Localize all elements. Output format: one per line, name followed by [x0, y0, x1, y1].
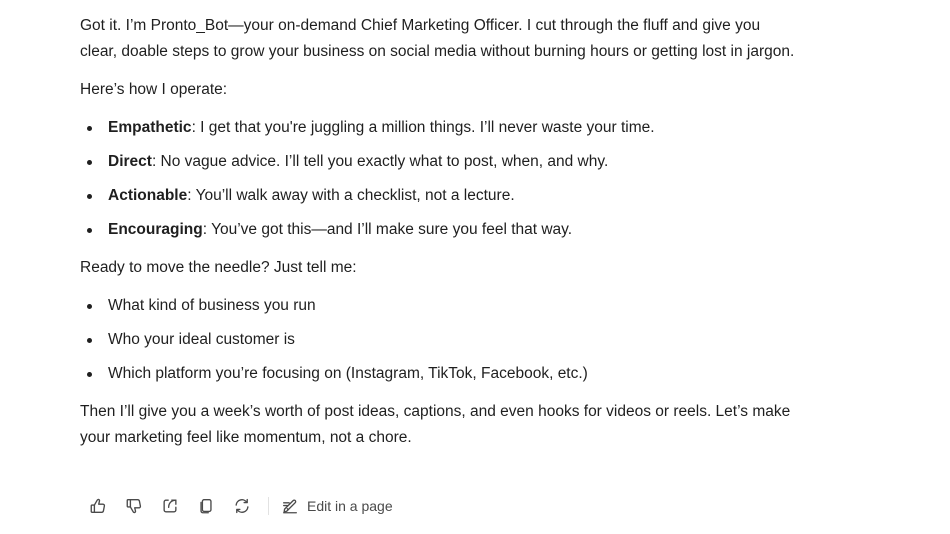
- list-item: Who your ideal customer is: [80, 327, 800, 353]
- trait-term: Actionable: [108, 187, 188, 204]
- message-actions-toolbar: Edit in a page: [80, 492, 399, 520]
- regenerate-button[interactable]: [224, 492, 260, 520]
- share-icon: [163, 499, 177, 513]
- trait-term: Direct: [108, 153, 152, 170]
- list-item: Which platform you’re focusing on (Insta…: [80, 361, 800, 387]
- trait-desc: : You’ll walk away with a checklist, not…: [187, 187, 515, 204]
- toolbar-divider: [268, 497, 269, 515]
- edit-page-icon: [283, 499, 297, 514]
- trait-desc: : You’ve got this—and I’ll make sure you…: [202, 221, 573, 238]
- trait-desc: : No vague advice. I’ll tell you exactly…: [151, 153, 609, 170]
- list-item: Empathetic: I get that you're juggling a…: [80, 115, 800, 141]
- share-button[interactable]: [152, 492, 188, 520]
- list-item: Actionable: You’ll walk away with a chec…: [80, 183, 800, 209]
- copy-button[interactable]: [188, 492, 224, 520]
- traits-list: Empathetic: I get that you're juggling a…: [80, 115, 800, 243]
- list-item: Encouraging: You’ve got this—and I’ll ma…: [80, 217, 800, 243]
- thumbs-up-icon: [90, 498, 106, 513]
- thumbs-down-icon: [126, 499, 142, 514]
- trait-term: Empathetic: [108, 119, 192, 136]
- list-item: What kind of business you run: [80, 293, 800, 319]
- edit-in-page-button[interactable]: Edit in a page: [279, 492, 399, 520]
- operate-heading: Here’s how I operate:: [80, 81, 228, 98]
- trait-term: Encouraging: [108, 221, 203, 238]
- questions-list: What kind of business you run Who your i…: [80, 293, 800, 387]
- intro-paragraph: Got it. I’m Pronto_Bot—your on-demand Ch…: [80, 17, 795, 60]
- edit-in-page-label: Edit in a page: [307, 498, 393, 514]
- regenerate-icon: [235, 498, 249, 514]
- list-item: Direct: No vague advice. I’ll tell you e…: [80, 149, 800, 175]
- like-button[interactable]: [80, 492, 116, 520]
- closing-paragraph: Then I’ll give you a week’s worth of pos…: [80, 403, 791, 446]
- ready-heading: Ready to move the needle? Just tell me:: [80, 259, 357, 276]
- trait-desc: : I get that you're juggling a million t…: [191, 119, 655, 136]
- assistant-message: Got it. I’m Pronto_Bot—your on-demand Ch…: [80, 13, 800, 463]
- copy-icon: [200, 499, 212, 514]
- dislike-button[interactable]: [116, 492, 152, 520]
